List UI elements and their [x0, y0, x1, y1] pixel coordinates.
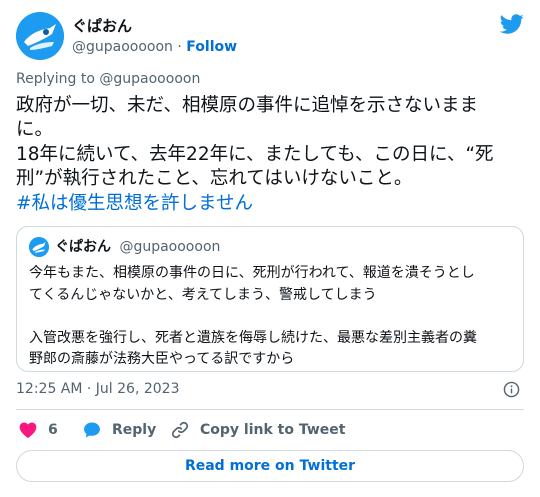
author-info: ぐぱおん @gupaooooon · Follow	[72, 16, 237, 57]
tweet-text: 政府が一切、未だ、相模原の事件に追悼を示さないまま に。 18年に続いて、去年2…	[16, 94, 528, 216]
reply-button[interactable]: Reply	[82, 418, 156, 442]
quoted-text: 今年もまた、相模原の事件の日に、死刑が行われて、報道を潰そうとし てくるんじゃな…	[29, 263, 519, 371]
quoted-line: 野郎の斎藤が法務大臣やってる訳ですから	[29, 351, 295, 367]
link-icon	[171, 421, 189, 439]
copy-link-button[interactable]: Copy link to Tweet	[170, 418, 345, 442]
quoted-author: ぐぱおん @gupaooooon	[55, 238, 220, 257]
replying-to-prefix: Replying to	[16, 71, 100, 87]
quoted-line: 入管改悪を強行し、死者と遺族を侮辱し続けた、最悪な差別主義者の糞	[29, 329, 477, 346]
tweet-line: 刑”が執行されたこと、忘れてはいけないこと。	[16, 168, 413, 190]
embedded-tweet-card: ぐぱおん @gupaooooon · Follow Replying to @g…	[0, 0, 540, 497]
quoted-author-handle: @gupaooooon	[119, 239, 221, 255]
avatar-image	[16, 12, 64, 60]
follow-button[interactable]: Follow	[186, 39, 237, 55]
quoted-blank-line	[29, 306, 519, 328]
author-handle-row: @gupaooooon · Follow	[72, 38, 237, 57]
tweet-line: に。	[16, 119, 54, 141]
author-avatar[interactable]	[16, 12, 64, 60]
quoted-line: てくるんじゃないかと、考えてしまう、警戒してしまう	[29, 286, 377, 303]
like-count: 6	[48, 422, 58, 438]
hashtag-link[interactable]: #私は優生思想を許しません	[16, 192, 528, 216]
tweet-line: 18年に続いて、去年22年に、またしても、この日に、“死	[16, 143, 494, 165]
quoted-author-avatar	[29, 237, 49, 257]
copy-link-label: Copy link to Tweet	[200, 422, 346, 438]
reply-label: Reply	[112, 422, 157, 438]
quoted-author-name: ぐぱおん	[55, 239, 111, 255]
author-handle[interactable]: @gupaooooon	[72, 39, 173, 55]
like-button[interactable]: 6	[18, 418, 58, 442]
heart-icon	[19, 422, 37, 438]
separator: ·	[177, 39, 182, 55]
read-more-button[interactable]: Read more on Twitter	[16, 450, 524, 482]
tweet-header: ぐぱおん @gupaooooon · Follow	[16, 12, 524, 62]
info-icon[interactable]	[503, 381, 520, 398]
twitter-bird-icon[interactable]	[500, 12, 524, 36]
action-bar: 6 Reply Copy link to Tweet	[16, 418, 524, 442]
replying-to: Replying to @gupaooooon	[16, 70, 200, 88]
reply-bubble-icon	[84, 422, 100, 438]
quoted-tweet[interactable]: ぐぱおん @gupaooooon 今年もまた、相模原の事件の日に、死刑が行われて…	[16, 226, 524, 372]
replying-to-handle[interactable]: @gupaooooon	[99, 71, 200, 87]
divider	[16, 409, 524, 410]
tweet-timestamp[interactable]: 12:25 AM · Jul 26, 2023	[16, 380, 180, 398]
quoted-line: 今年もまた、相模原の事件の日に、死刑が行われて、報道を潰そうとし	[29, 265, 475, 281]
tweet-line: 政府が一切、未だ、相模原の事件に追悼を示さないまま	[16, 95, 478, 116]
author-name[interactable]: ぐぱおん	[72, 16, 237, 36]
quoted-avatar-image	[29, 237, 49, 257]
read-more-label: Read more on Twitter	[184, 458, 356, 474]
